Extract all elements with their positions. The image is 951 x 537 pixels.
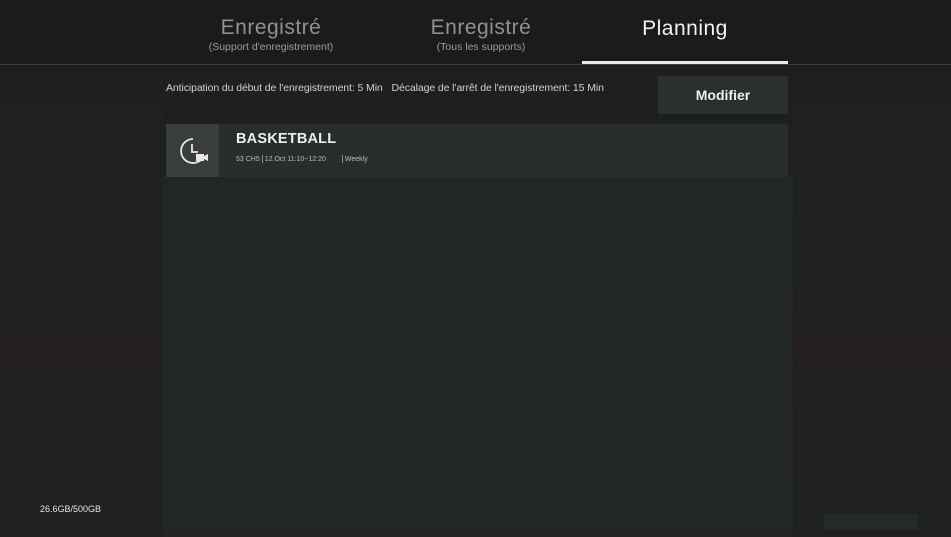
schedule-list-panel [162,176,793,528]
tab-title: Enregistré [220,16,322,39]
left-side-area [0,65,162,537]
tab-subtitle: (Tous les supports) [436,41,526,53]
list-item[interactable]: BASKETBALL 53 CH5 12.Oct 11:10~12:20 Weekl… [166,124,788,177]
start-anticipation-text: Anticipation du début de l'enregistremen… [166,82,383,94]
recording-channel: 53 CH5 [236,155,260,163]
tab-recorded-media[interactable]: Enregistré (Support d'enregistrement) [186,0,356,64]
top-tab-bar: Enregistré (Support d'enregistrement) En… [0,0,951,64]
corner-indicator [824,514,918,530]
tab-subtitle: (Support d'enregistrement) [208,41,334,53]
recording-offset-info: Anticipation du début de l'enregistremen… [166,82,610,94]
tab-recorded-all[interactable]: Enregistré (Tous les supports) [396,0,566,64]
tab-title: Enregistré [430,16,532,39]
stop-delay-text: Décalage de l'arrêt de l'enregistrement:… [391,82,604,94]
right-side-area [793,65,951,537]
tab-planning[interactable]: Planning [582,0,788,64]
modify-button[interactable]: Modifier [658,76,788,114]
recording-title: BASKETBALL [236,131,337,147]
recording-meta: 53 CH5 12.Oct 11:10~12:20 Weekly [236,155,368,163]
recording-repeat: Weekly [344,155,368,163]
storage-usage: 26.6GB/500GB [40,504,102,514]
tab-title: Planning [642,17,728,40]
clock-record-icon [166,124,219,177]
recording-schedule: 12.Oct 11:10~12:20 [264,155,326,163]
